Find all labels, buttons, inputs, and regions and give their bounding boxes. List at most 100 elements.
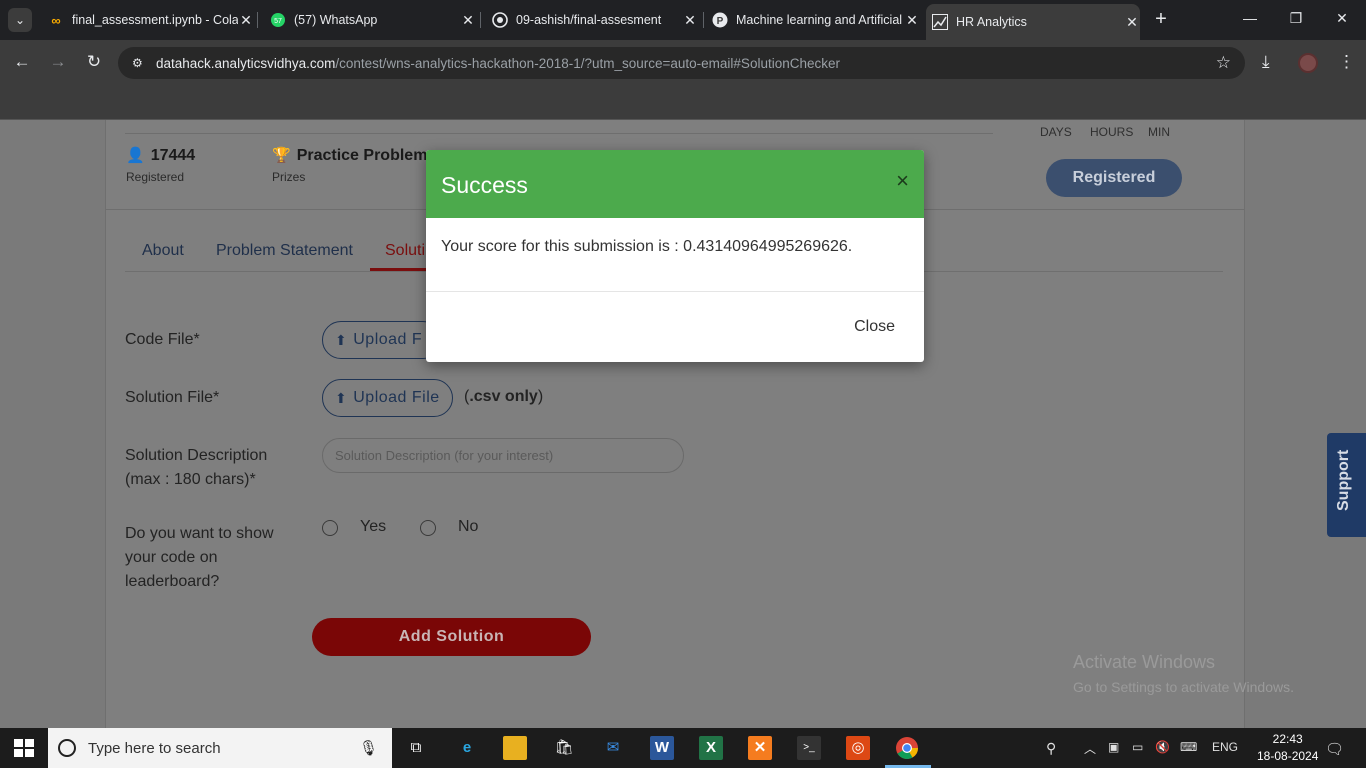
close-tab-icon[interactable]: ✕: [904, 12, 920, 29]
countdown-hours: HOURS: [1090, 125, 1134, 139]
address-bar[interactable]: ⚙ datahack.analyticsvidhya.com /contest/…: [118, 47, 1245, 79]
modal-header: Success ×: [426, 150, 924, 218]
people-icon[interactable]: ⚲: [1046, 740, 1056, 757]
new-tab-icon[interactable]: +: [1150, 8, 1172, 30]
trophy-icon: 🏆: [272, 147, 291, 164]
network-icon[interactable]: ▣: [1108, 740, 1119, 754]
tab-problem-statement[interactable]: Problem Statement: [216, 242, 353, 260]
support-label: Support: [1335, 449, 1352, 511]
prizes-value: Practice Problem: [296, 147, 428, 164]
battery-icon[interactable]: ▭: [1132, 740, 1143, 754]
close-icon[interactable]: ×: [896, 168, 909, 194]
yes-label: Yes: [360, 518, 387, 535]
tab-separator: [703, 12, 704, 28]
download-icon[interactable]: ⤓: [1262, 52, 1270, 72]
close-tab-icon[interactable]: ✕: [1124, 14, 1140, 31]
registered-stat: 👤 17444 Registered: [126, 146, 195, 184]
countdown-days: DAYS: [1040, 125, 1072, 139]
upload-solution-file-button[interactable]: ⬆ Upload File: [322, 379, 453, 417]
menu-kebab-icon[interactable]: ⋮: [1338, 52, 1355, 72]
modal-footer: Close: [426, 292, 924, 362]
show-code-label: Do you want to show your code on leaderb…: [125, 525, 274, 590]
bookmark-star-icon[interactable]: ☆: [1216, 53, 1231, 73]
close-window-icon[interactable]: ✕: [1332, 10, 1352, 27]
close-tab-icon[interactable]: ✕: [238, 12, 254, 29]
browser-tab[interactable]: P Machine learning and Artificial ✕: [706, 6, 920, 34]
user-icon: 👤: [126, 147, 145, 164]
tab-title: 09-ashish/final-assesment: [516, 13, 662, 27]
tab-about[interactable]: About: [142, 242, 184, 260]
profile-avatar[interactable]: [1298, 53, 1318, 73]
whatsapp-icon: 57: [270, 12, 286, 28]
reload-icon[interactable]: ↻: [83, 52, 105, 72]
tab-title: final_assessment.ipynb - Colab: [72, 13, 238, 27]
support-tab[interactable]: Support: [1327, 433, 1366, 537]
microphone-icon[interactable]: 🎙: [359, 739, 378, 757]
volume-muted-icon[interactable]: 🔇: [1155, 740, 1170, 754]
task-view-icon[interactable]: ⧉: [404, 736, 428, 760]
upload-icon: ⬆: [335, 389, 348, 406]
system-clock[interactable]: 22:43 18-08-2024: [1257, 731, 1318, 765]
solution-description-input[interactable]: Solution Description (for your interest): [322, 438, 684, 473]
browser-tab-active[interactable]: HR Analytics ✕: [926, 4, 1140, 40]
browser-tab[interactable]: 09-ashish/final-assesment ✕: [486, 6, 698, 34]
no-radio[interactable]: [420, 520, 436, 536]
keyboard-icon[interactable]: ⌨: [1180, 740, 1197, 754]
tab-title: HR Analytics: [956, 15, 1027, 29]
language-indicator[interactable]: ENG: [1212, 740, 1238, 754]
registered-button[interactable]: Registered: [1046, 159, 1182, 197]
csv-note: (.csv only): [464, 388, 544, 405]
close-tab-icon[interactable]: ✕: [682, 12, 698, 29]
modal-message: Your score for this submission is : 0.43…: [426, 218, 924, 292]
yes-radio[interactable]: [322, 520, 338, 536]
forward-icon[interactable]: →: [47, 52, 69, 72]
modal-close-button[interactable]: Close: [854, 318, 895, 336]
chrome-icon[interactable]: [895, 736, 919, 760]
browser-tab[interactable]: ∞ final_assessment.ipynb - Colab ✕: [42, 6, 254, 34]
tray-chevron-icon[interactable]: ︿: [1084, 740, 1096, 757]
add-solution-button[interactable]: Add Solution: [312, 618, 591, 656]
mail-icon[interactable]: ✉: [601, 736, 625, 760]
description-label: Solution Description (max : 180 chars)*: [125, 447, 268, 488]
upload-icon: ⬆: [335, 331, 348, 348]
site-settings-icon[interactable]: ⚙: [132, 56, 150, 70]
svg-text:P: P: [717, 16, 724, 27]
bookmarks-bar: [0, 86, 1366, 120]
activate-windows-watermark: Activate Windows Go to Settings to activ…: [1073, 652, 1294, 695]
search-icon: [58, 739, 76, 757]
no-label: No: [458, 518, 479, 535]
minimize-icon[interactable]: —: [1240, 10, 1260, 26]
countdown-min: MIN: [1148, 125, 1170, 139]
registered-label: Registered: [126, 170, 185, 184]
browser-tab[interactable]: 57 (57) WhatsApp ✕: [264, 6, 476, 34]
terminal-icon[interactable]: >_: [797, 736, 821, 760]
notifications-icon[interactable]: 🗨: [1325, 740, 1344, 758]
file-explorer-icon[interactable]: [503, 736, 527, 760]
code-file-label: Code File*: [125, 331, 200, 348]
store-icon[interactable]: 🛍: [552, 736, 576, 760]
excel-icon[interactable]: X: [699, 736, 723, 760]
colab-icon: ∞: [51, 12, 61, 28]
edge-icon[interactable]: e: [455, 736, 479, 760]
search-placeholder: Type here to search: [88, 739, 221, 757]
back-icon[interactable]: ←: [11, 52, 33, 72]
prizes-stat: 🏆 Practice Problem Prizes: [272, 146, 427, 184]
modal-title: Success: [441, 172, 528, 198]
tab-title: Machine learning and Artificial: [736, 13, 903, 27]
success-modal: Success × Your score for this submission…: [426, 150, 924, 362]
upload-code-file-button[interactable]: ⬆ Upload F: [322, 321, 442, 359]
ubuntu-icon[interactable]: ◎: [846, 736, 870, 760]
analytics-icon: [932, 14, 948, 30]
close-tab-icon[interactable]: ✕: [460, 12, 476, 29]
tab-solution[interactable]: Solution: [385, 242, 425, 260]
xampp-icon[interactable]: ✕: [748, 736, 772, 760]
taskbar-search-box[interactable]: Type here to search 🎙: [48, 728, 392, 768]
tab-search-chevron-icon[interactable]: ⌄: [8, 8, 32, 32]
tab-strip: ⌄ ∞ final_assessment.ipynb - Colab ✕ 57 …: [0, 0, 1366, 40]
restore-icon[interactable]: ❐: [1286, 10, 1306, 27]
word-icon[interactable]: W: [650, 736, 674, 760]
divider: [125, 133, 993, 134]
windows-start-icon[interactable]: [14, 739, 34, 757]
url-host: datahack.analyticsvidhya.com: [156, 55, 336, 71]
upload-label: Upload File: [353, 389, 440, 406]
